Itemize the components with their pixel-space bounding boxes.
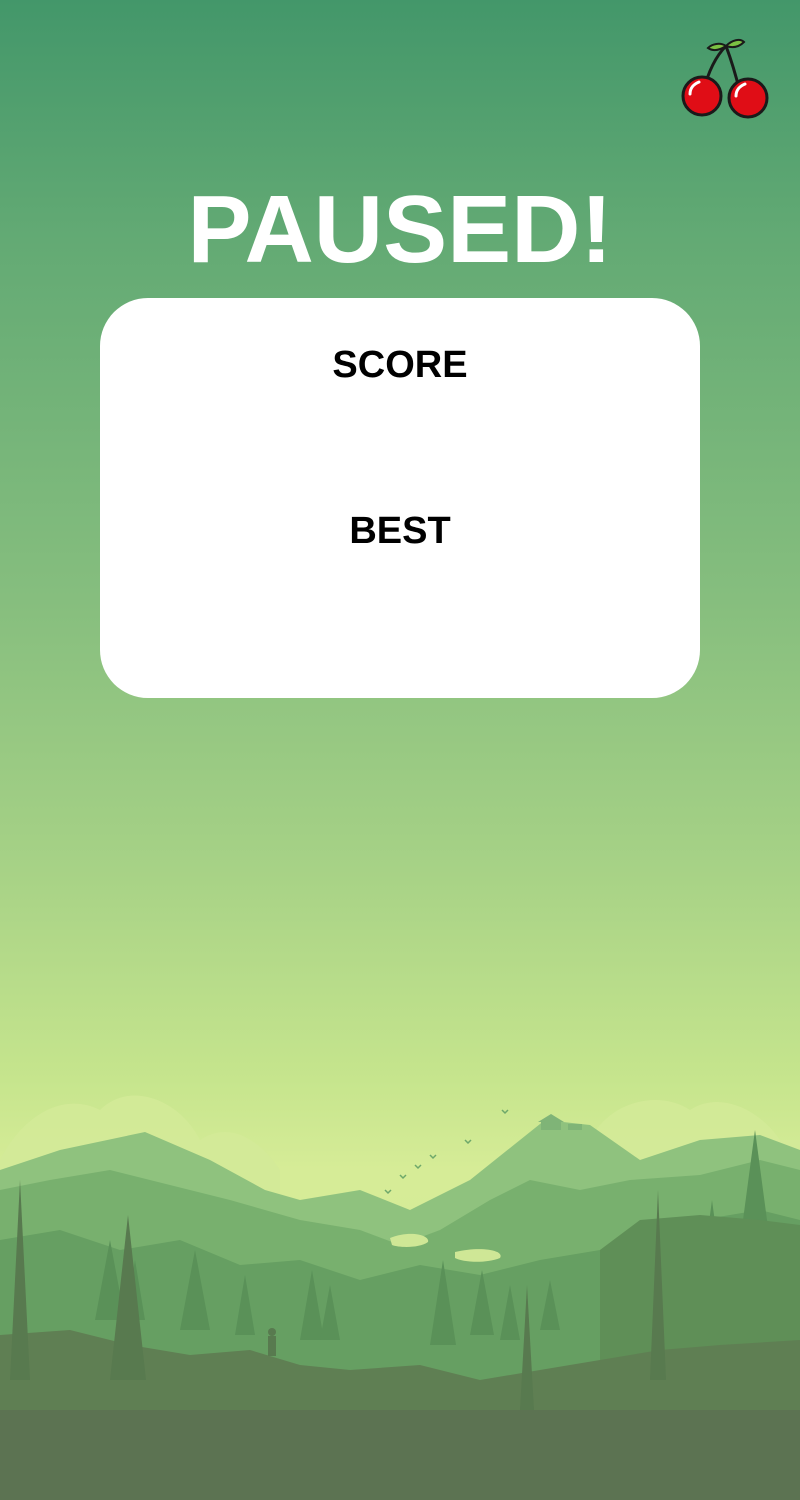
- game-screen: PAUSED! SCORE BEST: [0, 0, 800, 1500]
- cherry-menu-button[interactable]: [674, 36, 774, 122]
- score-card: SCORE BEST: [100, 298, 700, 698]
- best-label: BEST: [349, 510, 451, 552]
- cherry-icon: [681, 38, 769, 119]
- score-label: SCORE: [332, 344, 468, 386]
- forest-landscape-background: [0, 1095, 800, 1500]
- paused-title: PAUSED!: [187, 176, 613, 283]
